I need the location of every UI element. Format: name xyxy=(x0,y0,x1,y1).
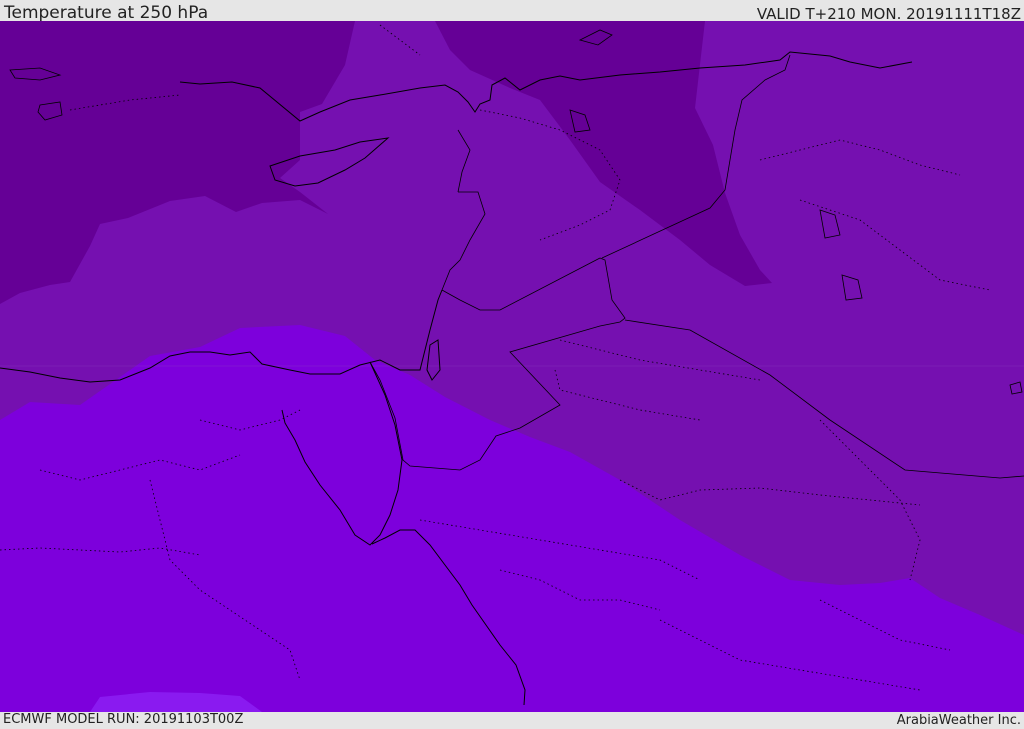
map-header: Temperature at 250 hPa VALID T+210 MON. … xyxy=(0,0,1024,23)
credit-label: ArabiaWeather Inc. xyxy=(896,713,1021,728)
map-canvas xyxy=(0,21,1024,712)
model-run-label: ECMWF MODEL RUN: 20191103T00Z xyxy=(3,712,244,727)
map-footer: ECMWF MODEL RUN: 20191103T00Z ArabiaWeat… xyxy=(0,712,1024,729)
map-title: Temperature at 250 hPa xyxy=(4,3,209,23)
temperature-map[interactable] xyxy=(0,21,1024,712)
